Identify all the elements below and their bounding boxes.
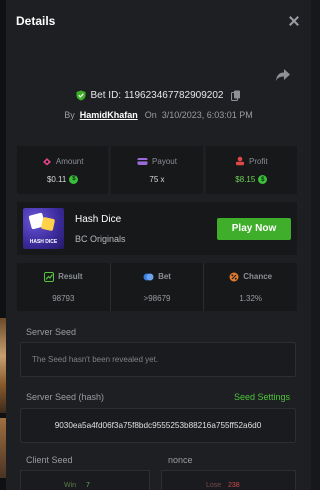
profit-label: Profit bbox=[248, 156, 268, 166]
bet-value: >98679 bbox=[143, 293, 171, 303]
play-now-button[interactable]: Play Now bbox=[217, 217, 291, 240]
chance-cell: Chance 1.32% bbox=[204, 263, 297, 311]
shield-check-icon bbox=[76, 90, 86, 101]
payout-value: 75 x bbox=[149, 174, 165, 184]
result-value: 98793 bbox=[52, 293, 75, 303]
seed-settings-link[interactable]: Seed Settings bbox=[234, 392, 290, 402]
coin-icon: $ bbox=[69, 174, 79, 184]
bet-id-label: Bet ID: bbox=[90, 90, 122, 101]
client-seed-label: Client Seed bbox=[26, 455, 73, 465]
lose-value: 238 bbox=[228, 482, 240, 489]
bet-icon bbox=[143, 273, 154, 280]
by-label: By bbox=[64, 110, 75, 120]
modal-header: Details bbox=[6, 0, 311, 42]
stat-profit: Profit $8.15 $ bbox=[205, 146, 297, 194]
close-icon[interactable] bbox=[287, 14, 301, 28]
bet-id-value: 119623467782909202 bbox=[124, 90, 224, 101]
username-link[interactable]: HamidKhafan bbox=[80, 110, 138, 120]
background-stats-bar: Win 7 Lose 238 bbox=[6, 482, 311, 490]
server-seed-hash-field[interactable]: 9030ea5a4fd06f3a75f8bdc9555253b88216a755… bbox=[20, 408, 296, 443]
server-seed-hash-label: Server Seed (hash) bbox=[26, 392, 105, 402]
stat-amount: Amount $0.11 $ bbox=[17, 146, 109, 194]
bet-results: Result 98793 Bet >98679 Chance 1.32% bbox=[17, 263, 297, 311]
win-label: Win bbox=[64, 482, 77, 489]
game-name: Hash Dice bbox=[75, 213, 122, 225]
bet-label: Bet bbox=[158, 272, 171, 281]
win-value: 7 bbox=[86, 482, 90, 489]
game-thumbnail-text: HASH DICE bbox=[29, 239, 58, 245]
amount-value: $0.11 bbox=[46, 174, 67, 184]
nonce-label: nonce bbox=[168, 455, 193, 465]
chance-label: Chance bbox=[243, 272, 273, 281]
bet-datetime: 3/10/2023, 6:03:01 PM bbox=[161, 110, 253, 120]
on-label: On bbox=[144, 110, 157, 120]
amount-icon bbox=[42, 157, 51, 165]
server-seed-hash-value: 9030ea5a4fd06f3a75f8bdc9555253b88216a755… bbox=[54, 421, 262, 430]
result-icon bbox=[44, 271, 55, 282]
bet-id-row: Bet ID: 119623467782909202 bbox=[6, 90, 311, 101]
game-provider: BC Originals bbox=[75, 233, 126, 244]
game-thumbnail[interactable]: HASH DICE bbox=[23, 208, 64, 249]
result-cell: Result 98793 bbox=[17, 263, 111, 311]
bet-details-modal: Details Bet ID: 119623467782909202 By Ha… bbox=[6, 0, 311, 490]
bet-byline: By HamidKhafan On 3/10/2023, 6:03:01 PM bbox=[6, 110, 311, 120]
payout-icon bbox=[137, 157, 148, 165]
bet-cell: Bet >98679 bbox=[111, 263, 205, 311]
chance-icon bbox=[229, 272, 239, 281]
server-seed-label: Server Seed bbox=[26, 327, 77, 337]
profit-value: $8.15 bbox=[235, 175, 256, 184]
server-seed-value: The Seed hasn't been revealed yet. bbox=[32, 355, 159, 364]
game-card: HASH DICE Hash Dice BC Originals Play No… bbox=[17, 202, 297, 255]
server-seed-field[interactable]: The Seed hasn't been revealed yet. bbox=[20, 342, 296, 377]
share-icon[interactable] bbox=[275, 68, 291, 82]
result-label: Result bbox=[58, 272, 83, 281]
profit-icon bbox=[235, 156, 244, 166]
amount-label: Amount bbox=[55, 156, 84, 166]
payout-label: Payout bbox=[152, 156, 177, 166]
coin-icon: $ bbox=[258, 175, 268, 184]
stat-payout: Payout 75 x bbox=[111, 146, 203, 194]
lose-label: Lose bbox=[206, 482, 222, 489]
bet-stats: Amount $0.11 $ Payout 75 x Profit $8.15 … bbox=[17, 146, 297, 194]
copy-icon[interactable] bbox=[231, 90, 241, 101]
modal-title: Details bbox=[16, 14, 56, 28]
chance-value: 1.32% bbox=[239, 293, 263, 303]
